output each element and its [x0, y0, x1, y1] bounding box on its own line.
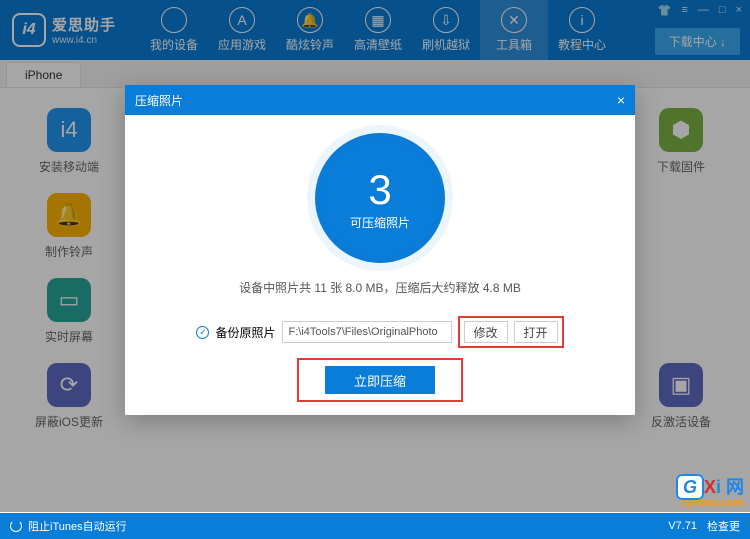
modal-title: 压缩照片: [135, 92, 183, 109]
compress-now-button[interactable]: 立即压缩: [325, 366, 435, 394]
itunes-block-status: 阻止iTunes自动运行: [28, 518, 127, 534]
spinner-icon: [10, 520, 22, 532]
modal-header: 压缩照片 ×: [125, 85, 635, 115]
watermark: GXi 网 system.com: [676, 473, 744, 509]
highlight-box-buttons: 修改 打开: [458, 316, 564, 348]
compress-stats: 设备中照片共 11 张 8.0 MB，压缩后大约释放 4.8 MB: [125, 279, 635, 296]
modify-button[interactable]: 修改: [464, 321, 508, 343]
compress-photos-modal: 压缩照片 × 3 可压缩照片 设备中照片共 11 张 8.0 MB，压缩后大约释…: [125, 85, 635, 415]
highlight-box-action: 立即压缩: [297, 358, 463, 402]
toolbox-body: i4安装移动端 ⬢下载固件 🔔制作铃声 ▭实时屏幕 ⟳屏蔽iOS更新 整理设备桌…: [0, 88, 750, 512]
open-button[interactable]: 打开: [514, 321, 558, 343]
backup-path-row: ✓ 备份原照片 修改 打开: [125, 316, 635, 348]
close-icon[interactable]: ×: [617, 92, 625, 108]
compress-count-label: 可压缩照片: [350, 214, 410, 231]
checkmark-icon[interactable]: ✓: [196, 326, 209, 339]
backup-checkbox-label: 备份原照片: [215, 324, 275, 341]
compress-count-circle: 3 可压缩照片: [315, 133, 445, 263]
compress-count: 3: [368, 166, 391, 214]
backup-path-input[interactable]: [282, 321, 452, 343]
check-update-button[interactable]: 检查更: [707, 518, 740, 534]
status-bar: 阻止iTunes自动运行 V7.71 检查更: [0, 513, 750, 539]
version-label: V7.71: [668, 520, 697, 532]
